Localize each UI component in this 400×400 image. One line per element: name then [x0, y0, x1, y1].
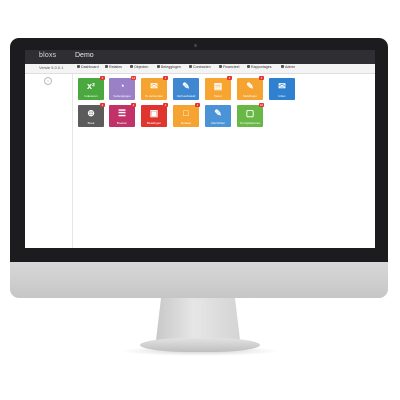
- nav-label: Contracten: [193, 65, 211, 69]
- tile-inbox[interactable]: ✉ Inbox: [269, 78, 295, 100]
- nav-label: Relaties: [109, 65, 122, 69]
- euro-icon: [219, 65, 222, 69]
- list-icon: ☰: [117, 108, 127, 118]
- nav-dashboard[interactable]: Dashboard: [77, 65, 99, 69]
- nav-contracten[interactable]: Contracten: [189, 65, 211, 69]
- tile-label: Betalingen: [146, 121, 162, 125]
- count-badge: 3: [100, 76, 105, 80]
- count-badge: 1: [195, 103, 200, 107]
- tile-label: Termijnfacturen: [239, 121, 261, 125]
- superscript-icon: x²: [86, 81, 95, 91]
- tile-verlengingen[interactable]: ◔ Verlengingen 12: [109, 76, 136, 100]
- app-header: bloxs Demo: [25, 50, 375, 64]
- tile-betalingen[interactable]: ▣ Betalingen 1: [141, 103, 168, 127]
- calendar-icon: ▢: [245, 108, 255, 118]
- app-screen: bloxs Demo Versie 5.0.0.1 Dashboard Rela…: [25, 50, 375, 248]
- clock-icon: ◔: [119, 81, 125, 91]
- building-icon: [130, 65, 133, 69]
- gear-icon: [281, 65, 284, 69]
- tile-verhuurbeleid[interactable]: ✎ Verhuurbeleid: [173, 78, 199, 100]
- count-badge: 1: [163, 103, 168, 107]
- count-badge: 3: [259, 76, 264, 80]
- tile-label: Te verzenden: [144, 94, 163, 98]
- tile-label: Boek: [87, 121, 95, 125]
- nav-beleggingen[interactable]: Beleggingen: [157, 65, 181, 69]
- sidebar-toggle-icon[interactable]: ‹: [44, 77, 52, 85]
- monitor-stand-neck: [156, 298, 240, 340]
- nav-label: Dashboard: [81, 65, 99, 69]
- nav-relaties[interactable]: Relaties: [105, 65, 122, 69]
- tile-label: Meldingen: [243, 94, 257, 98]
- tile-label: Indexeren: [84, 94, 98, 98]
- nav-label: Objecten: [134, 65, 149, 69]
- tile-label: Incasso: [180, 121, 192, 125]
- nav-financieel[interactable]: Financieel: [219, 65, 239, 69]
- pencil-icon: ✎: [214, 108, 222, 118]
- monitor-stand-base: [140, 338, 260, 352]
- environment-label: Demo: [75, 52, 94, 59]
- tile-boek[interactable]: ⊕ Boek 2: [78, 103, 105, 127]
- tile-label: Taken: [213, 94, 222, 98]
- tile-label: Verlengingen: [113, 94, 131, 98]
- count-badge: 2: [100, 103, 105, 107]
- nav-admin[interactable]: Admin: [281, 65, 295, 69]
- tile-label: Boeken: [116, 121, 128, 125]
- envelope-icon: ✉: [278, 81, 286, 91]
- tile-afschriften[interactable]: ✎ Afschriften: [205, 105, 231, 127]
- tile-label: Inbox: [278, 94, 286, 98]
- tile-taken[interactable]: ▤ Taken 4: [205, 76, 232, 100]
- report-icon: [247, 65, 250, 69]
- tile-meldingen[interactable]: ✎ Meldingen 3: [237, 76, 264, 100]
- version-label: Versie 5.0.0.1: [39, 65, 64, 70]
- nav-label: Financieel: [223, 65, 240, 69]
- main-navigation: Versie 5.0.0.1 Dashboard Relaties Object…: [25, 64, 375, 74]
- tile-label: Verhuurbeleid: [176, 94, 196, 98]
- nav-label: Beleggingen: [161, 65, 181, 69]
- count-badge: 1: [131, 103, 136, 107]
- nav-label: Rapportages: [251, 65, 272, 69]
- tile-boeken[interactable]: ☰ Boeken 1: [109, 103, 136, 127]
- square-icon: □: [183, 108, 189, 118]
- count-badge: 10: [259, 103, 264, 107]
- tile-termijnfacturen[interactable]: ▢ Termijnfacturen 10: [237, 103, 264, 127]
- webcam: [194, 44, 197, 47]
- tile-indexeren[interactable]: x² Indexeren 3: [78, 76, 105, 100]
- tile-label: Afschriften: [210, 121, 226, 125]
- users-icon: [105, 65, 108, 69]
- dashboard-icon: [77, 65, 80, 69]
- folder-icon: [189, 65, 192, 69]
- tile-incasso[interactable]: □ Incasso 1: [173, 103, 200, 127]
- count-badge: 1: [163, 76, 168, 80]
- nav-rapportages[interactable]: Rapportages: [247, 65, 272, 69]
- clipboard-icon: ▤: [213, 81, 223, 91]
- wrench-icon: ✎: [246, 81, 254, 91]
- count-badge: 4: [227, 76, 232, 80]
- sidebar: [25, 74, 73, 248]
- plus-circle-icon: ⊕: [87, 108, 95, 118]
- pencil-icon: ✎: [182, 81, 190, 91]
- monitor-chin: [10, 262, 388, 298]
- count-badge: 12: [131, 76, 136, 80]
- brand-logo[interactable]: bloxs: [39, 52, 56, 59]
- envelope-icon: ✉: [150, 81, 158, 91]
- nav-objecten[interactable]: Objecten: [130, 65, 148, 69]
- nav-label: Admin: [285, 65, 296, 69]
- chart-icon: [157, 65, 160, 69]
- money-icon: ▣: [149, 108, 159, 118]
- tile-te-verzenden[interactable]: ✉ Te verzenden 1: [141, 76, 168, 100]
